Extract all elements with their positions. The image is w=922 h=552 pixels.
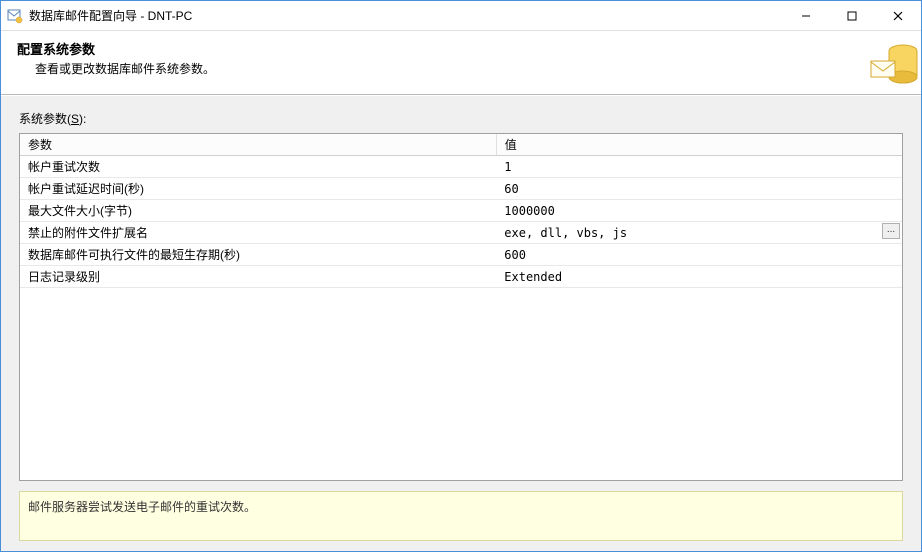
table-row[interactable]: 禁止的附件文件扩展名exe, dll, vbs, js...	[20, 222, 902, 244]
titlebar: 数据库邮件配置向导 - DNT-PC	[1, 1, 921, 31]
column-header-param[interactable]: 参数	[20, 134, 496, 156]
table-row[interactable]: 最大文件大小(字节) 1000000	[20, 200, 902, 222]
maximize-button[interactable]	[829, 1, 875, 30]
param-value-cell[interactable]: Extended	[496, 266, 902, 288]
param-name-cell: 数据库邮件可执行文件的最短生存期(秒)	[20, 244, 496, 266]
ellipsis-button[interactable]: ...	[882, 223, 900, 239]
param-value-cell[interactable]: 600	[496, 244, 902, 266]
param-name-cell: 最大文件大小(字节)	[20, 200, 496, 222]
param-name-cell: 禁止的附件文件扩展名	[20, 222, 496, 244]
param-value-cell[interactable]: 1000000	[496, 200, 902, 222]
table-row[interactable]: 帐户重试次数 1	[20, 156, 902, 178]
app-icon	[7, 8, 23, 24]
window-controls	[783, 1, 921, 30]
minimize-button[interactable]	[783, 1, 829, 30]
section-label: 系统参数(S):	[19, 110, 903, 127]
wizard-window: 数据库邮件配置向导 - DNT-PC 配置系统参数 查看或更改数据库邮件系统参数…	[0, 0, 922, 552]
param-name-cell: 帐户重试延迟时间(秒)	[20, 178, 496, 200]
param-value-text: 60	[504, 182, 518, 196]
section-label-accesskey: S	[71, 112, 79, 126]
param-value-text: exe, dll, vbs, js	[504, 226, 627, 240]
page-subtitle: 查看或更改数据库邮件系统参数。	[17, 60, 911, 77]
param-value-cell[interactable]: 60	[496, 178, 902, 200]
hint-box: 邮件服务器尝试发送电子邮件的重试次数。	[19, 491, 903, 541]
parameters-grid[interactable]: 参数 值 帐户重试次数 1 帐户重试延迟时间(秒) 60 最大文件大小(字节) 10000…	[19, 133, 903, 481]
page-title: 配置系统参数	[17, 39, 911, 58]
parameters-table: 参数 值 帐户重试次数 1 帐户重试延迟时间(秒) 60 最大文件大小(字节) 10000…	[20, 134, 902, 288]
param-value-text: 1000000	[504, 204, 555, 218]
param-value-text: Extended	[504, 270, 562, 284]
table-row[interactable]: 数据库邮件可执行文件的最短生存期(秒) 600	[20, 244, 902, 266]
param-value-text: 600	[504, 248, 526, 262]
header-icon	[865, 37, 921, 93]
window-title: 数据库邮件配置向导 - DNT-PC	[29, 7, 783, 24]
table-row[interactable]: 帐户重试延迟时间(秒) 60	[20, 178, 902, 200]
close-button[interactable]	[875, 1, 921, 30]
wizard-header: 配置系统参数 查看或更改数据库邮件系统参数。	[1, 31, 921, 95]
hint-text: 邮件服务器尝试发送电子邮件的重试次数。	[28, 500, 256, 514]
section-label-prefix: 系统参数(	[19, 112, 71, 126]
column-header-value[interactable]: 值	[496, 134, 902, 156]
section-label-suffix: ):	[79, 112, 86, 126]
content-area: 系统参数(S): 参数 值 帐户重试次数 1 帐户重试延迟时间(秒) 60 最大文件大小…	[1, 95, 921, 551]
header-text: 配置系统参数 查看或更改数据库邮件系统参数。	[17, 39, 911, 77]
param-value-cell[interactable]: exe, dll, vbs, js...	[496, 222, 902, 244]
param-value-text: 1	[504, 160, 511, 174]
param-name-cell: 日志记录级别	[20, 266, 496, 288]
param-name-cell: 帐户重试次数	[20, 156, 496, 178]
table-row[interactable]: 日志记录级别 Extended	[20, 266, 902, 288]
param-value-cell[interactable]: 1	[496, 156, 902, 178]
